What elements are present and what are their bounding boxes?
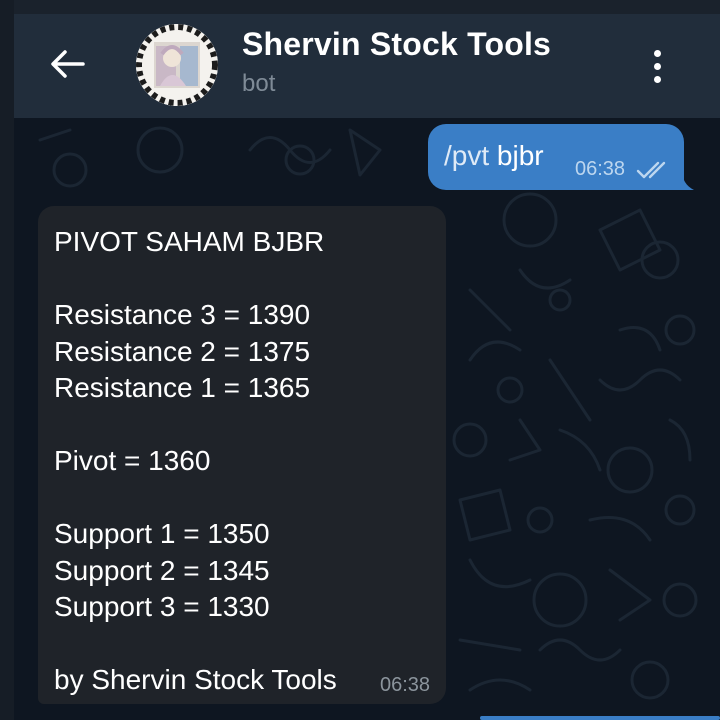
message-line-blank	[54, 407, 434, 444]
message-line-support-2: Support 2 = 1345	[54, 554, 270, 586]
message-line-blank	[54, 480, 434, 517]
chat-screen: Shervin Stock Tools bot /pvt bjbr 06:38 …	[0, 0, 720, 720]
outgoing-message-text: /pvt bjbr	[444, 140, 544, 172]
message-line-title: PIVOT SAHAM BJBR	[54, 226, 325, 257]
message-line-support-3: Support 3 = 1330	[54, 591, 270, 622]
message-line-pivot: Pivot = 1360	[54, 445, 211, 476]
left-edge	[0, 0, 14, 720]
message-line-signature: by Shervin Stock Tools	[54, 664, 337, 695]
avatar[interactable]	[136, 24, 218, 106]
more-vertical-icon-dot-3	[653, 75, 661, 83]
arrow-left-icon	[50, 48, 86, 85]
back-button[interactable]	[44, 44, 92, 88]
command-link[interactable]: /pvt	[444, 140, 489, 171]
message-line-blank	[54, 626, 434, 663]
message-line-blank	[54, 261, 434, 298]
message-line-support-1: Support 1 = 1350	[54, 518, 270, 549]
outgoing-message-time: 06:38	[575, 158, 626, 180]
message-line-resistance-3: Resistance 3 = 1390	[54, 299, 311, 330]
chat-title[interactable]: Shervin Stock Tools	[242, 26, 551, 63]
incoming-message-time: 06:38	[380, 674, 431, 696]
more-menu-button[interactable]	[640, 42, 674, 90]
status-bar-strip	[0, 0, 720, 14]
double-check-icon	[636, 161, 666, 179]
incoming-message-text: PIVOT SAHAM BJBR Resistance 3 = 1390 Res…	[54, 224, 434, 699]
chat-header: Shervin Stock Tools bot	[14, 14, 720, 118]
more-vertical-icon-dot-2	[653, 62, 661, 70]
message-line-resistance-1: Resistance 1 = 1365	[54, 372, 311, 403]
more-vertical-icon	[653, 49, 661, 57]
command-argument: bjbr	[496, 140, 544, 171]
message-line-resistance-2: Resistance 2 = 1375	[54, 335, 311, 367]
bubble-tail-icon	[676, 170, 694, 190]
chat-subtitle: bot	[242, 70, 276, 97]
scroll-indicator	[480, 716, 720, 720]
